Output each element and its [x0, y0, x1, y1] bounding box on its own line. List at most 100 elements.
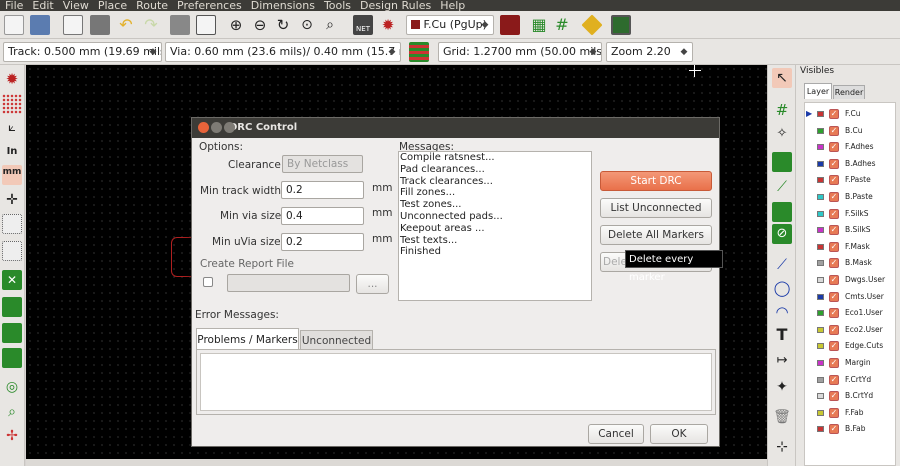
layer-visibility-checkbox[interactable]: ✓	[829, 391, 839, 402]
add-arc-icon[interactable]: ◠	[772, 302, 792, 322]
layer-visibility-checkbox[interactable]: ✓	[829, 241, 839, 252]
layer-visibility-checkbox[interactable]: ✓	[829, 291, 839, 302]
track-width-select[interactable]: Track: 0.500 mm (19.69 mils) * ◆	[3, 42, 162, 62]
report-checkbox[interactable]	[203, 277, 213, 287]
layer-visibility-checkbox[interactable]: ✓	[829, 208, 839, 219]
ok-button[interactable]: OK	[650, 424, 708, 444]
drc-bug-icon[interactable]: ✹	[378, 15, 398, 35]
layer-row[interactable]: ▶ ✓ F.Cu	[805, 106, 895, 122]
layer-color-swatch[interactable]	[817, 409, 824, 416]
min-uvia-input[interactable]: 0.2	[281, 233, 364, 251]
layer-color-swatch[interactable]	[817, 426, 824, 433]
tab-layer[interactable]: Layer	[804, 83, 832, 99]
layer-row[interactable]: ✓ B.Paste	[805, 189, 895, 205]
zoom-out-icon[interactable]: ⊖	[250, 15, 270, 35]
print-icon[interactable]	[90, 15, 110, 35]
layer-row[interactable]: ✓ Dwgs.User	[805, 272, 895, 288]
cursor-shape-icon[interactable]: ✛	[2, 190, 22, 210]
layer-row[interactable]: ✓ Eco2.User	[805, 322, 895, 338]
layer-color-swatch[interactable]	[817, 343, 824, 350]
layer-row[interactable]: ✓ B.Mask	[805, 255, 895, 271]
layer-color-swatch[interactable]	[817, 111, 824, 117]
new-board-icon[interactable]	[4, 15, 24, 35]
layer-row[interactable]: ✓ F.Mask	[805, 239, 895, 255]
layer-visibility-checkbox[interactable]: ✓	[829, 324, 839, 335]
menu-edit[interactable]: Edit	[27, 0, 57, 11]
layer-color-swatch[interactable]	[817, 160, 824, 167]
show-ratsnest-icon[interactable]	[2, 214, 22, 234]
layer-color-swatch[interactable]	[817, 260, 824, 267]
zone-fill-icon[interactable]	[2, 297, 22, 317]
menu-design-rules[interactable]: Design Rules	[355, 0, 435, 11]
layer-color-swatch[interactable]	[817, 360, 824, 366]
zoom-select[interactable]: Zoom 2.20 ◆	[606, 42, 693, 62]
delete-icon[interactable]: 🗑	[772, 407, 792, 427]
layer-visibility-checkbox[interactable]: ✓	[829, 275, 839, 285]
zone-sketch-icon[interactable]	[2, 348, 22, 368]
layer-color-swatch[interactable]	[817, 326, 824, 333]
module-ratsnest-icon[interactable]	[2, 241, 22, 261]
layer-row[interactable]: ✓ Edge.Cuts	[805, 338, 895, 354]
layer-row[interactable]: ✓ B.Adhes	[805, 156, 895, 172]
layer-visibility-checkbox[interactable]: ✓	[829, 142, 839, 153]
report-path-input[interactable]	[227, 274, 350, 292]
plot-icon[interactable]	[196, 15, 216, 35]
netlist-icon[interactable]: NET	[353, 15, 373, 35]
redraw-icon[interactable]: ↻	[273, 15, 293, 35]
minimize-icon[interactable]	[211, 122, 222, 133]
via-size-select[interactable]: Via: 0.60 mm (23.6 mils)/ 0.40 mm (15.7 …	[165, 42, 401, 62]
undo-icon[interactable]: ↶	[116, 15, 136, 35]
layer-visibility-checkbox[interactable]: ✓	[829, 407, 839, 418]
layer-color-swatch[interactable]	[817, 144, 824, 151]
maximize-icon[interactable]	[224, 122, 235, 133]
add-line-icon[interactable]: ⟋	[772, 255, 792, 275]
layer-select[interactable]: F.Cu (PgUp) ◆	[406, 15, 494, 35]
min-via-input[interactable]: 0.4	[281, 207, 364, 225]
grid-toggle-icon[interactable]	[2, 94, 22, 114]
autoroute-icon[interactable]	[581, 14, 603, 36]
layer-visibility-checkbox[interactable]: ✓	[829, 125, 839, 136]
menu-place[interactable]: Place	[93, 0, 131, 11]
layer-row[interactable]: ✓ Margin	[805, 355, 895, 371]
pad-sketch-icon[interactable]: ◎	[2, 377, 22, 397]
layer-row[interactable]: ✓ F.Adhes	[805, 139, 895, 155]
zoom-selection-icon[interactable]: ⌕	[320, 15, 340, 35]
markers-list[interactable]	[200, 353, 712, 411]
save-icon[interactable]	[30, 15, 50, 35]
keepout-area-icon[interactable]: ⊘	[772, 224, 792, 244]
scripting-console-icon[interactable]	[611, 15, 631, 35]
inches-icon[interactable]: In	[2, 142, 22, 162]
layer-row[interactable]: ✓ B.CrtYd	[805, 388, 895, 404]
layer-row[interactable]: ✓ F.Fab	[805, 405, 895, 421]
layer-visibility-checkbox[interactable]: ✓	[829, 258, 839, 269]
layer-row[interactable]: ✓ F.CrtYd	[805, 372, 895, 388]
route-track-icon[interactable]: ⟋	[772, 177, 792, 197]
tab-problems-markers[interactable]: Problems / Markers	[196, 328, 299, 350]
highlight-net-icon[interactable]: #	[772, 100, 792, 120]
menu-route[interactable]: Route	[131, 0, 172, 11]
layer-color-swatch[interactable]	[817, 277, 824, 283]
close-icon[interactable]	[198, 122, 209, 133]
page-settings-icon[interactable]	[63, 15, 83, 35]
layer-pair-icon[interactable]	[500, 15, 520, 35]
cancel-button[interactable]: Cancel	[588, 424, 644, 444]
menu-file[interactable]: File	[0, 0, 27, 11]
layer-visibility-checkbox[interactable]: ✓	[829, 341, 839, 352]
layer-visibility-checkbox[interactable]: ✓	[829, 358, 839, 368]
layer-color-swatch[interactable]	[817, 393, 824, 400]
drc-off-icon[interactable]: ✹	[2, 69, 22, 89]
polar-coords-icon[interactable]: ⟀	[2, 118, 22, 138]
tab-render[interactable]: Render	[833, 85, 865, 99]
layer-color-swatch[interactable]	[817, 310, 824, 317]
zoom-in-icon[interactable]: ⊕	[226, 15, 246, 35]
menu-view[interactable]: View	[58, 0, 93, 11]
layer-color-swatch[interactable]	[817, 194, 824, 200]
via-sketch-icon[interactable]: ⌕	[2, 402, 22, 422]
auto-track-width-icon[interactable]	[409, 42, 429, 62]
layer-row[interactable]: ✓ F.Paste	[805, 172, 895, 188]
layer-row[interactable]: ✓ Cmts.User	[805, 289, 895, 305]
layer-color-swatch[interactable]	[817, 243, 824, 250]
add-dimension-icon[interactable]: ↦	[772, 351, 792, 371]
delete-all-markers-button[interactable]: Delete All Markers	[600, 225, 712, 245]
auto-delete-track-icon[interactable]: ✕	[2, 270, 22, 290]
